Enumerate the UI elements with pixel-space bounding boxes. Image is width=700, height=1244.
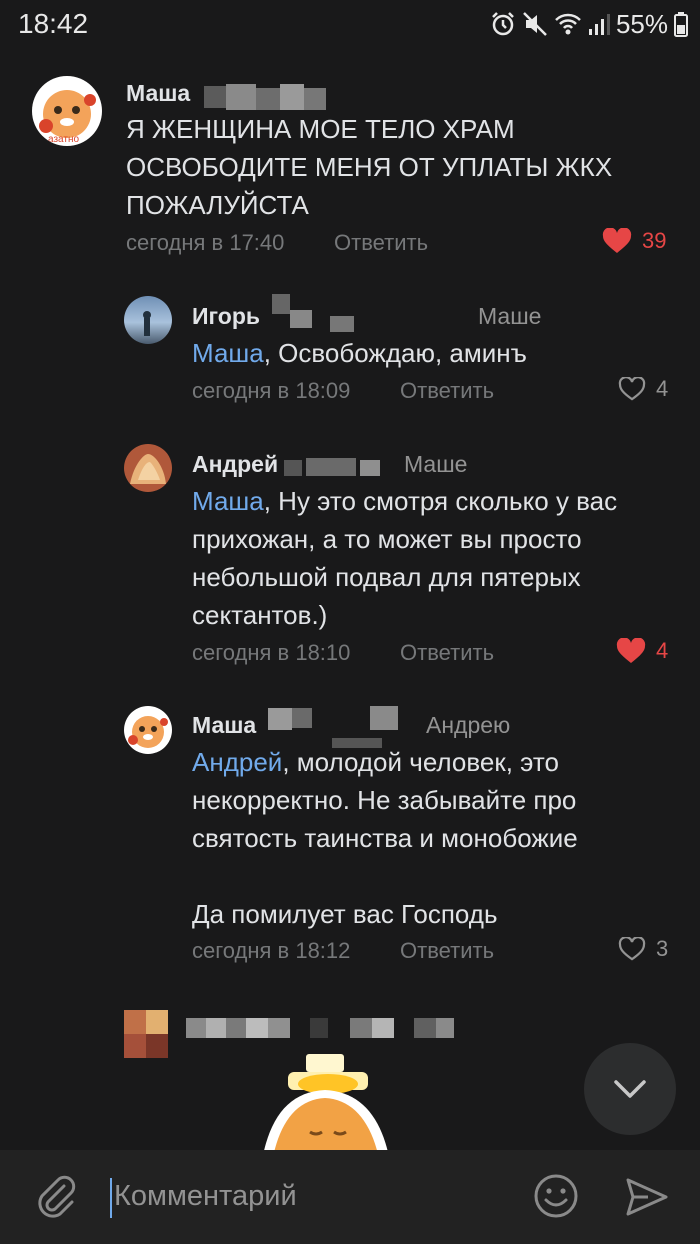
comment-input[interactable]: [108, 1174, 512, 1222]
mention-link[interactable]: Маша: [192, 338, 264, 368]
status-bar: 18:42 55%: [0, 0, 700, 48]
battery-percent: 55%: [615, 8, 668, 39]
comment-text-line: некорректно. Не забывайте про: [192, 785, 577, 815]
reply-button[interactable]: Ответить: [400, 938, 494, 964]
reply-to[interactable]: Андрею: [426, 712, 510, 739]
redacted-name: [284, 458, 396, 478]
avatar[interactable]: [124, 444, 172, 492]
redacted-name: [268, 294, 358, 334]
comment-text-line: прихожан, а то может вы просто: [192, 524, 582, 554]
comment-text: Маша, Освобождаю, аминъ: [192, 334, 682, 372]
heart-filled-icon: [602, 228, 632, 253]
comment-text-line: святость таинства и монобожие: [192, 823, 578, 853]
svg-text:азатно: азатно: [48, 134, 79, 145]
redacted-name: [186, 1018, 456, 1038]
comment-text-line: небольшой подвал для пятерых: [192, 562, 581, 592]
comment-time: сегодня в 18:12: [192, 938, 351, 963]
reply-button[interactable]: Ответить: [400, 640, 494, 666]
comment-time: сегодня в 18:09: [192, 378, 351, 403]
comment-time: сегодня в 18:10: [192, 640, 351, 665]
like-button[interactable]: 4: [616, 638, 668, 664]
reply-button[interactable]: Ответить: [334, 230, 428, 256]
alarm-icon: [492, 12, 514, 36]
avatar[interactable]: азатно: [32, 76, 102, 146]
comment-text: Маша, Ну это смотря сколько у вас прихож…: [192, 482, 682, 634]
like-button[interactable]: 3: [618, 936, 668, 962]
send-icon: [626, 1178, 668, 1216]
comment-text-line: Да помилует вас Господь: [192, 899, 498, 929]
comment-text-line: сектантов.): [192, 600, 328, 630]
comment-text-line: Я ЖЕНЩИНА МОЕ ТЕЛО ХРАМ: [126, 114, 515, 144]
status-icons: 55%: [490, 8, 688, 40]
reply-button[interactable]: Ответить: [400, 378, 494, 404]
comment-time: сегодня в 17:40: [126, 230, 285, 255]
mention-link[interactable]: Маша: [192, 486, 264, 516]
comment-text-line: , молодой человек, это: [282, 747, 559, 777]
avatar[interactable]: [124, 1010, 168, 1058]
emoji-button[interactable]: [532, 1172, 580, 1225]
heart-filled-icon: [616, 638, 646, 663]
comment-text: Я ЖЕНЩИНА МОЕ ТЕЛО ХРАМ ОСВОБОДИТЕ МЕНЯ …: [126, 110, 686, 224]
scroll-down-button[interactable]: [584, 1043, 676, 1135]
comment-text-line: [192, 857, 682, 895]
comment-author[interactable]: Андрей: [192, 451, 278, 478]
like-count: 39: [642, 228, 667, 253]
reply-to[interactable]: Маше: [478, 303, 541, 330]
comment-author[interactable]: Игорь: [192, 303, 260, 330]
avatar[interactable]: [124, 706, 172, 754]
comment-author[interactable]: Маша: [126, 80, 190, 107]
reply-to[interactable]: Маше: [404, 451, 467, 478]
like-button[interactable]: 4: [618, 376, 668, 402]
comment-text-line: ПОЖАЛУЙСТА: [126, 190, 309, 220]
like-button[interactable]: 39: [602, 228, 666, 254]
wifi-icon: [555, 13, 581, 35]
like-count: 4: [656, 638, 669, 663]
heart-outline-icon: [618, 937, 646, 961]
attach-button[interactable]: [34, 1174, 78, 1223]
mention-link[interactable]: Андрей: [192, 747, 282, 777]
send-button[interactable]: [624, 1174, 670, 1225]
sticker: [250, 1052, 400, 1150]
comment-text-line: ОСВОБОДИТЕ МЕНЯ ОТ УПЛАТЫ ЖКХ: [126, 152, 613, 182]
status-time: 18:42: [18, 8, 89, 39]
redacted-name: [196, 84, 336, 112]
chevron-down-icon: [614, 1080, 646, 1098]
avatar[interactable]: [124, 296, 172, 344]
like-count: 4: [656, 376, 669, 401]
comment-text-line: , Ну это смотря сколько у вас: [263, 486, 618, 516]
like-count: 3: [656, 936, 669, 961]
mute-icon: [523, 12, 547, 36]
comment-text: Андрей, молодой человек, это некорректно…: [192, 743, 682, 933]
heart-outline-icon: [618, 377, 646, 401]
signal-icon: [588, 14, 610, 35]
paperclip-icon: [38, 1175, 76, 1218]
smile-icon: [534, 1174, 578, 1218]
comment-composer: Комментарий: [0, 1150, 700, 1244]
comment-author[interactable]: Маша: [192, 712, 256, 739]
comment-text-body: , Освобождаю, аминъ: [263, 338, 527, 368]
battery-icon: [674, 12, 688, 37]
